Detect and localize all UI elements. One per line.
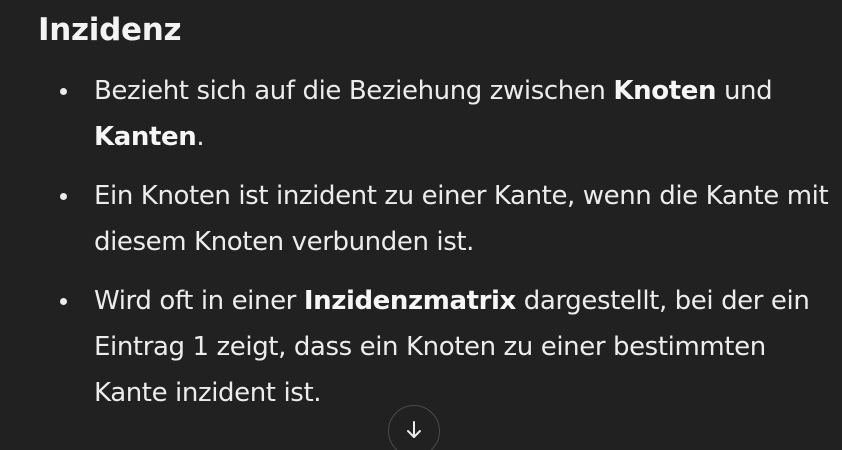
bullet-dot: [60, 193, 67, 200]
bullet-dot: [60, 298, 67, 305]
scroll-to-bottom-button[interactable]: [388, 405, 440, 450]
list-item: Bezieht sich auf die Beziehung zwischen …: [38, 68, 838, 160]
bullet-text: Bezieht sich auf die Beziehung zwischen …: [94, 76, 773, 152]
bullet-text: Wird oft in einer Inzidenzmatrix dargest…: [94, 286, 810, 408]
bullet-text: Ein Knoten ist inzident zu einer Kante, …: [94, 181, 829, 257]
list-item: Wird oft in einer Inzidenzmatrix dargest…: [38, 278, 838, 416]
message-content: Inzidenz Bezieht sich auf die Beziehung …: [38, 10, 838, 429]
section-heading: Inzidenz: [38, 12, 182, 48]
list-item: Ein Knoten ist inzident zu einer Kante, …: [38, 173, 838, 265]
bullet-list: Bezieht sich auf die Beziehung zwischen …: [38, 68, 838, 416]
bullet-dot: [60, 88, 67, 95]
arrow-down-icon: [407, 421, 421, 438]
